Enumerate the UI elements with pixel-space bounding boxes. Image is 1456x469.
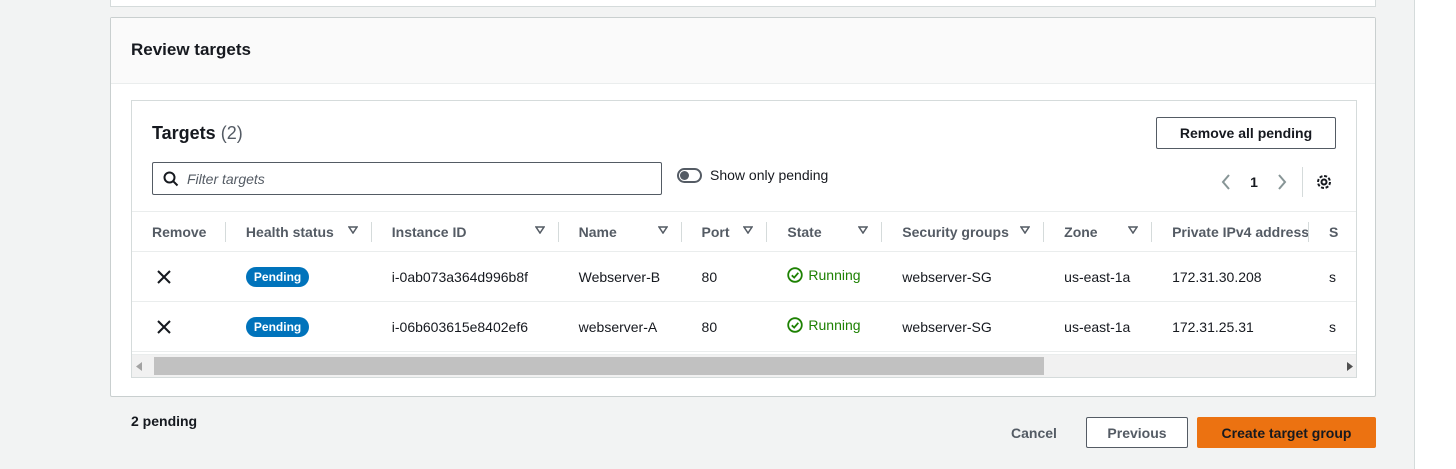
column-header-port[interactable]: Port [682, 212, 768, 252]
remove-all-pending-button[interactable]: Remove all pending [1156, 117, 1336, 149]
gear-icon[interactable] [1313, 171, 1335, 193]
column-header-private-ipv4[interactable]: Private IPv4 address [1152, 212, 1310, 252]
previous-panel-edge [110, 0, 1376, 7]
horizontal-scrollbar[interactable] [132, 354, 1356, 377]
table-row: Pending i-06b603615e8402ef6 webserver-A … [132, 302, 1356, 352]
sort-down-icon[interactable] [347, 226, 358, 234]
port-cell: 80 [701, 318, 718, 335]
state-cell: Running [767, 252, 882, 302]
column-header-remove: Remove [132, 212, 226, 252]
state-text: Running [808, 317, 861, 333]
column-label: Private IPv4 address [1172, 223, 1310, 240]
table-row: Pending i-0ab073a364d996b8f Webserver-B … [132, 252, 1356, 302]
sort-down-icon[interactable] [534, 226, 545, 234]
scrollbar-thumb[interactable] [154, 357, 1044, 375]
column-label: Zone [1064, 223, 1098, 240]
column-label: Name [578, 223, 617, 240]
instance-id-cell: i-06b603615e8402ef6 [391, 318, 529, 335]
security-group-cell: webserver-SG [902, 318, 992, 335]
show-only-pending-toggle[interactable]: Show only pending [677, 167, 828, 183]
column-label: Security groups [902, 223, 1009, 240]
column-label: S [1329, 223, 1339, 240]
sort-down-icon[interactable] [743, 226, 754, 234]
toggle-switch[interactable] [677, 167, 702, 183]
column-header-zone[interactable]: Zone [1044, 212, 1153, 252]
targets-container: Targets (2) Remove all pending Show only… [131, 100, 1357, 378]
column-label: Health status [245, 223, 334, 240]
health-cell: Pending [226, 252, 372, 302]
ip-cell: 172.31.30.208 [1172, 268, 1262, 285]
column-header-name[interactable]: Name [559, 212, 682, 252]
targets-title-text: Targets [152, 123, 216, 143]
check-circle-icon [787, 267, 804, 283]
instance-id-cell: i-0ab073a364d996b8f [391, 268, 529, 285]
targets-table: Remove Health status Instance ID Name Po… [132, 211, 1356, 352]
zone-cell: us-east-1a [1064, 318, 1131, 335]
scroll-left-icon[interactable] [136, 362, 142, 371]
state-cell: Running [767, 302, 882, 352]
truncated-cell: s [1329, 318, 1337, 335]
column-header-health-status[interactable]: Health status [226, 212, 372, 252]
truncated-cell: s [1329, 268, 1337, 285]
health-cell: Pending [226, 302, 372, 352]
state-running: Running [787, 267, 861, 283]
status-badge: Pending [245, 316, 310, 337]
security-group-cell: webserver-SG [902, 268, 992, 285]
filter-targets-input[interactable] [187, 170, 627, 187]
sort-down-icon[interactable] [1128, 226, 1139, 234]
column-header-instance-id[interactable]: Instance ID [372, 212, 559, 252]
page-number[interactable]: 1 [1240, 174, 1268, 190]
column-header-state[interactable]: State [767, 212, 883, 252]
review-targets-panel: Review targets Targets (2) Remove all pe… [110, 17, 1376, 397]
chevron-right-icon[interactable] [1268, 171, 1296, 193]
status-badge: Pending [245, 266, 310, 287]
targets-count: (2) [220, 123, 243, 143]
name-cell: webserver-A [578, 318, 658, 335]
cancel-button[interactable]: Cancel [998, 418, 1070, 448]
column-header-security-groups[interactable]: Security groups [882, 212, 1045, 252]
close-icon[interactable] [152, 265, 176, 289]
pager-divider [1302, 167, 1303, 197]
sort-down-icon[interactable] [1020, 226, 1031, 234]
panel-header: Review targets [111, 18, 1375, 84]
zone-cell: us-east-1a [1064, 268, 1131, 285]
state-text: Running [808, 267, 861, 283]
toggle-label: Show only pending [710, 167, 829, 183]
sort-down-icon[interactable] [657, 226, 668, 234]
pending-count: 2 pending [131, 413, 198, 429]
search-icon [163, 171, 179, 186]
previous-button[interactable]: Previous [1086, 417, 1188, 448]
panel-title: Review targets [131, 40, 251, 59]
right-side-panel [1414, 0, 1456, 469]
create-target-group-button[interactable]: Create target group [1197, 417, 1376, 448]
chevron-left-icon[interactable] [1212, 171, 1240, 193]
targets-title: Targets (2) [152, 123, 243, 144]
column-label: Instance ID [391, 223, 467, 240]
remove-cell [132, 302, 226, 352]
column-label: State [787, 223, 822, 240]
ip-cell: 172.31.25.31 [1172, 318, 1254, 335]
port-cell: 80 [701, 268, 718, 285]
filter-targets-field[interactable] [152, 162, 662, 195]
name-cell: Webserver-B [578, 268, 661, 285]
check-circle-icon [787, 317, 804, 333]
table-header-row: Remove Health status Instance ID Name Po… [132, 211, 1356, 252]
pagination: 1 [1212, 167, 1335, 197]
column-label: Remove [152, 223, 207, 240]
state-running: Running [787, 317, 861, 333]
column-header-truncated[interactable]: S [1309, 212, 1356, 252]
close-icon[interactable] [152, 315, 176, 339]
sort-down-icon[interactable] [858, 226, 869, 234]
column-label: Port [701, 223, 730, 240]
scroll-right-icon[interactable] [1347, 362, 1353, 371]
remove-cell [132, 252, 226, 302]
